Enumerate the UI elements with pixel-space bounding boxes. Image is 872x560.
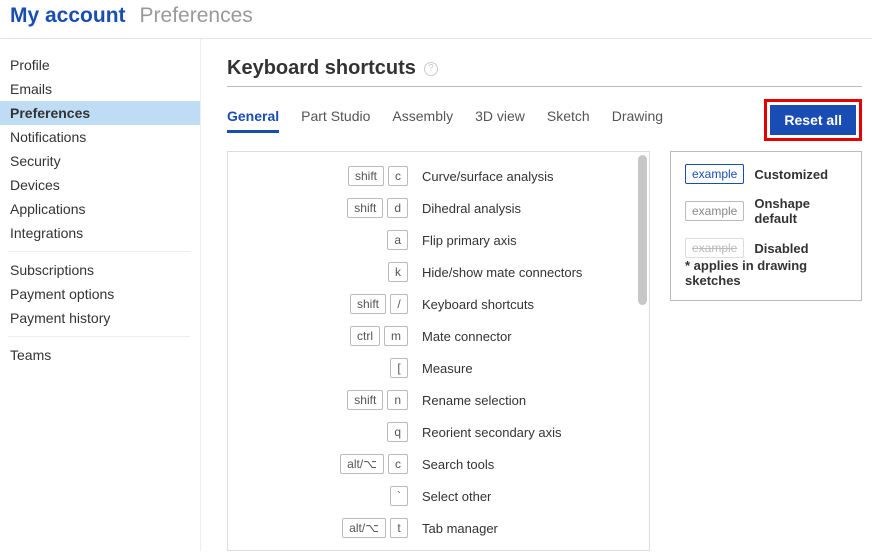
- shortcut-label: Rename selection: [422, 393, 526, 408]
- sidebar-item-payment-options[interactable]: Payment options: [8, 282, 190, 306]
- key-badge: [: [390, 358, 408, 378]
- shortcut-label: Reorient secondary axis: [422, 425, 561, 440]
- shortcut-label: Search tools: [422, 457, 494, 472]
- key-badge: `: [390, 486, 408, 506]
- key-badge: k: [388, 262, 408, 282]
- legend-panel: exampleCustomizedexampleOnshape defaulte…: [670, 151, 862, 301]
- shortcut-label: Dihedral analysis: [422, 201, 521, 216]
- help-icon[interactable]: ?: [424, 62, 438, 76]
- page-header: My account Preferences: [0, 0, 872, 39]
- shortcut-row[interactable]: ` Select other: [228, 480, 649, 512]
- key-badge: shift: [348, 166, 384, 186]
- section-header: Keyboard shortcuts ?: [227, 57, 862, 87]
- legend-label: Customized: [754, 167, 828, 182]
- key-badge: alt/⌥: [342, 518, 386, 538]
- reset-all-button[interactable]: Reset all: [770, 105, 856, 135]
- shortcut-label: Tab manager: [422, 521, 498, 536]
- tab-sketch[interactable]: Sketch: [547, 108, 590, 130]
- sidebar-item-profile[interactable]: Profile: [8, 53, 190, 77]
- tab-3d-view[interactable]: 3D view: [475, 108, 525, 130]
- legend-row: example Customized: [685, 164, 847, 184]
- key-badge: c: [388, 166, 408, 186]
- shortcut-row[interactable]: q Reorient secondary axis: [228, 416, 649, 448]
- main-content: Keyboard shortcuts ? General Part Studio A…: [201, 39, 872, 551]
- shortcut-row[interactable]: shiftn Rename selection: [228, 384, 649, 416]
- sidebar-group-billing: SubscriptionsPayment optionsPayment hist…: [8, 258, 190, 337]
- shortcut-label: Mate connector: [422, 329, 512, 344]
- shortcut-label: Flip primary axis: [422, 233, 517, 248]
- sidebar-item-teams[interactable]: Teams: [8, 343, 190, 367]
- shortcut-label: Keyboard shortcuts: [422, 297, 534, 312]
- legend-row: example Onshape default: [685, 196, 847, 226]
- sidebar: ProfileEmailsPreferencesNotificationsSec…: [0, 39, 201, 551]
- key-badge: shift: [347, 198, 383, 218]
- key-badge: m: [384, 326, 408, 346]
- key-badge: alt/⌥: [340, 454, 384, 474]
- tab-drawing[interactable]: Drawing: [612, 108, 663, 130]
- legend-row: example Disabled: [685, 238, 847, 258]
- key-badge: shift: [347, 390, 383, 410]
- sidebar-group-account: ProfileEmailsPreferencesNotificationsSec…: [8, 53, 190, 252]
- key-badge: t: [390, 518, 408, 538]
- key-badge: /: [390, 294, 408, 314]
- legend-label: Disabled: [754, 241, 808, 256]
- header-account[interactable]: My account: [10, 4, 126, 28]
- shortcut-row[interactable]: [ Measure: [228, 352, 649, 384]
- reset-highlight: Reset all: [764, 99, 862, 141]
- header-page-title: Preferences: [140, 4, 253, 28]
- key-badge: shift: [350, 294, 386, 314]
- shortcut-label: Curve/surface analysis: [422, 169, 554, 184]
- shortcut-row[interactable]: shiftd Dihedral analysis: [228, 192, 649, 224]
- shortcut-row[interactable]: shiftc Curve/surface analysis: [228, 160, 649, 192]
- key-badge: a: [387, 230, 408, 250]
- key-badge: d: [387, 198, 408, 218]
- sidebar-item-notifications[interactable]: Notifications: [8, 125, 190, 149]
- scrollbar-thumb[interactable]: [638, 155, 647, 305]
- key-badge: ctrl: [350, 326, 380, 346]
- key-badge: q: [387, 422, 408, 442]
- sidebar-item-subscriptions[interactable]: Subscriptions: [8, 258, 190, 282]
- tab-general[interactable]: General: [227, 108, 279, 133]
- sidebar-item-emails[interactable]: Emails: [8, 77, 190, 101]
- toolbar-row: General Part Studio Assembly 3D view Sketch D…: [227, 99, 862, 141]
- sidebar-item-security[interactable]: Security: [8, 149, 190, 173]
- key-badge: c: [388, 454, 408, 474]
- tab-part-studio[interactable]: Part Studio: [301, 108, 370, 130]
- shortcut-label: Select other: [422, 489, 491, 504]
- legend-key-customized: example: [685, 164, 744, 184]
- sidebar-item-payment-history[interactable]: Payment history: [8, 306, 190, 330]
- tabs: General Part Studio Assembly 3D view Sketch D…: [227, 108, 663, 133]
- shortcut-label: Hide/show mate connectors: [422, 265, 582, 280]
- sidebar-item-applications[interactable]: Applications: [8, 197, 190, 221]
- shortcut-row[interactable]: alt/⌥c Search tools: [228, 448, 649, 480]
- legend-key-default: example: [685, 201, 744, 221]
- sidebar-item-integrations[interactable]: Integrations: [8, 221, 190, 245]
- sidebar-group-teams: Teams: [8, 343, 190, 373]
- shortcut-row[interactable]: shift/ Keyboard shortcuts: [228, 288, 649, 320]
- tab-assembly[interactable]: Assembly: [392, 108, 453, 130]
- sidebar-item-devices[interactable]: Devices: [8, 173, 190, 197]
- shortcut-label: Measure: [422, 361, 473, 376]
- key-badge: n: [387, 390, 408, 410]
- shortcut-row[interactable]: a Flip primary axis: [228, 224, 649, 256]
- legend-note: * applies in drawing sketches: [685, 258, 847, 288]
- legend-label: Onshape default: [754, 196, 847, 226]
- legend-key-disabled: example: [685, 238, 744, 258]
- section-title: Keyboard shortcuts: [227, 57, 416, 80]
- shortcut-row[interactable]: k Hide/show mate connectors: [228, 256, 649, 288]
- shortcut-row[interactable]: ctrlm Mate connector: [228, 320, 649, 352]
- shortcut-panel: shiftcCurve/surface analysisshiftdDihedr…: [227, 151, 650, 551]
- sidebar-item-preferences[interactable]: Preferences: [0, 101, 200, 125]
- shortcut-row[interactable]: alt/⌥t Tab manager: [228, 512, 649, 544]
